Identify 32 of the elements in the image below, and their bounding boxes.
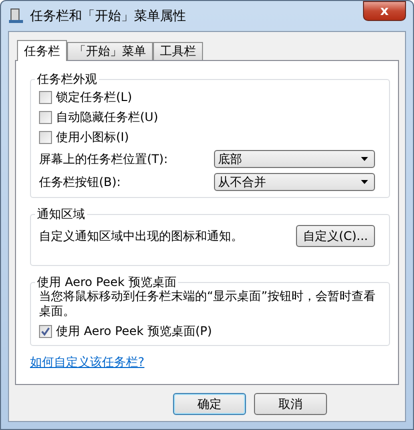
dropdown-label: 屏幕上的任务栏位置(T): bbox=[39, 152, 168, 166]
dialog-button[interactable]: 取消 bbox=[254, 393, 327, 415]
check-icon bbox=[41, 327, 50, 336]
help-link[interactable]: 如何自定义该任务栏? bbox=[30, 355, 144, 369]
description-text: 当您将鼠标移动到任务栏末端的“显示桌面”按钮时，会暂时查看桌面。 bbox=[39, 289, 376, 319]
tab[interactable]: 任务栏 bbox=[17, 40, 67, 61]
dropdown-value: 底部 bbox=[218, 152, 242, 166]
checkbox[interactable] bbox=[39, 91, 52, 104]
dropdown[interactable]: 底部 bbox=[214, 150, 375, 168]
checkbox-label: 自动隐藏任务栏(U) bbox=[56, 110, 158, 125]
checkbox[interactable] bbox=[39, 325, 52, 338]
checkbox-label: 锁定任务栏(L) bbox=[56, 90, 132, 105]
caret-icon bbox=[361, 157, 368, 161]
taskbar-icon bbox=[8, 8, 24, 24]
dropdown-label: 任务栏按钮(B): bbox=[39, 174, 121, 190]
checkbox[interactable] bbox=[39, 111, 52, 124]
tab[interactable]: 工具栏 bbox=[153, 42, 203, 60]
description-text: 自定义通知区域中出现的图标和通知。 bbox=[39, 228, 243, 244]
checkbox[interactable] bbox=[39, 131, 52, 144]
group-title: 任务栏外观 bbox=[36, 71, 98, 88]
close-button[interactable]: x bbox=[363, 1, 406, 21]
dropdown[interactable]: 从不合并 bbox=[214, 173, 375, 191]
checkbox-label: 使用 Aero Peek 预览桌面(P) bbox=[56, 324, 212, 339]
group-title: 通知区域 bbox=[36, 206, 86, 223]
dialog-button[interactable]: 确定 bbox=[173, 393, 246, 415]
checkbox-label: 使用小图标(I) bbox=[56, 130, 129, 145]
window-title: 任务栏和「开始」菜单属性 bbox=[30, 8, 187, 25]
caret-icon bbox=[361, 180, 368, 184]
tab[interactable]: 「开始」菜单 bbox=[67, 42, 153, 60]
customize-button[interactable]: 自定义(C)... bbox=[296, 225, 375, 247]
dropdown-value: 从不合并 bbox=[218, 174, 266, 190]
group-title: 使用 Aero Peek 预览桌面 bbox=[36, 274, 178, 290]
